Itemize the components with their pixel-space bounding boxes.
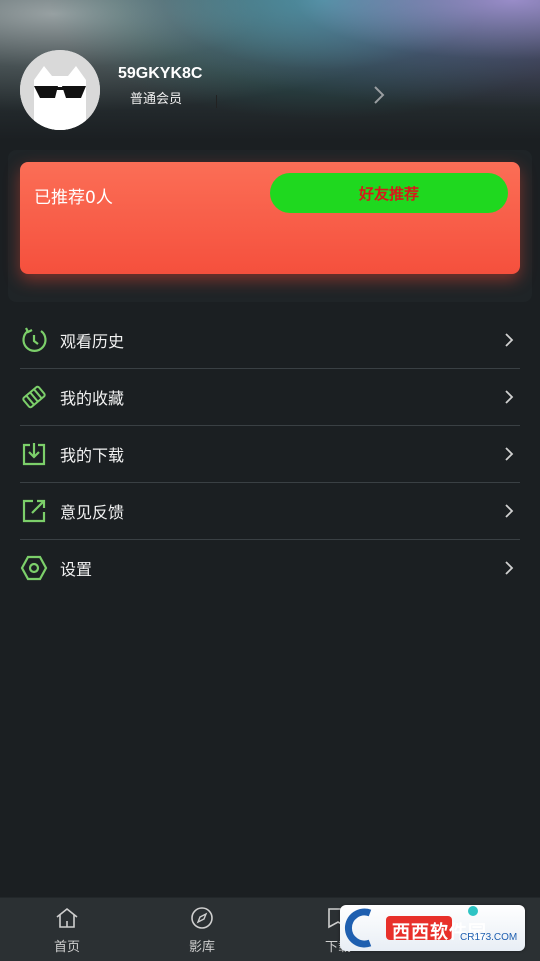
- nav-tab-home[interactable]: 首页: [37, 906, 97, 955]
- watermark-subtext: CR173.COM: [460, 932, 518, 943]
- watermark-logo: 西西软件园 CR173.COM: [340, 905, 525, 951]
- text-cursor: [216, 95, 217, 108]
- menu-label-favorites: 我的收藏: [60, 389, 125, 408]
- menu-item-favorites[interactable]: 我的收藏: [20, 369, 520, 426]
- menu-item-feedback[interactable]: 意见反馈: [20, 483, 520, 540]
- feedback-icon: [20, 497, 48, 525]
- menu-item-settings[interactable]: 设置: [20, 540, 520, 596]
- favorites-icon: [20, 383, 48, 411]
- invite-friends-button[interactable]: 好友推荐: [270, 173, 508, 213]
- menu-label-settings: 设置: [60, 560, 93, 579]
- username: 59GKYK8C: [118, 65, 203, 82]
- history-icon: [20, 326, 48, 354]
- menu-label-feedback: 意见反馈: [60, 503, 125, 522]
- referral-count: 已推荐0人: [34, 188, 113, 208]
- menu-item-watch-history[interactable]: 观看历史: [20, 312, 520, 369]
- nav-label-library: 影库: [188, 940, 215, 955]
- chevron-right-icon: [505, 504, 514, 518]
- profile-chevron-right-icon[interactable]: [368, 84, 390, 106]
- avatar[interactable]: [20, 50, 100, 130]
- nav-label-home: 首页: [53, 940, 80, 955]
- cat-sunglasses-avatar-icon: [20, 50, 100, 130]
- menu-label-downloads: 我的下载: [60, 446, 125, 465]
- nav-tab-library[interactable]: 影库: [172, 906, 232, 955]
- download-icon: [20, 440, 48, 468]
- member-level: 普通会员: [130, 92, 183, 107]
- compass-icon: [191, 907, 213, 929]
- home-icon: [56, 907, 78, 928]
- chevron-right-icon: [505, 390, 514, 404]
- chevron-right-icon: [505, 561, 514, 575]
- menu-label-watch-history: 观看历史: [60, 332, 125, 351]
- menu-item-downloads[interactable]: 我的下载: [20, 426, 520, 483]
- chevron-right-icon: [505, 447, 514, 461]
- settings-icon: [20, 554, 48, 582]
- menu-list: 观看历史 我的收藏 我的下载 意见反馈 设置: [0, 312, 540, 596]
- chevron-right-icon: [505, 333, 514, 347]
